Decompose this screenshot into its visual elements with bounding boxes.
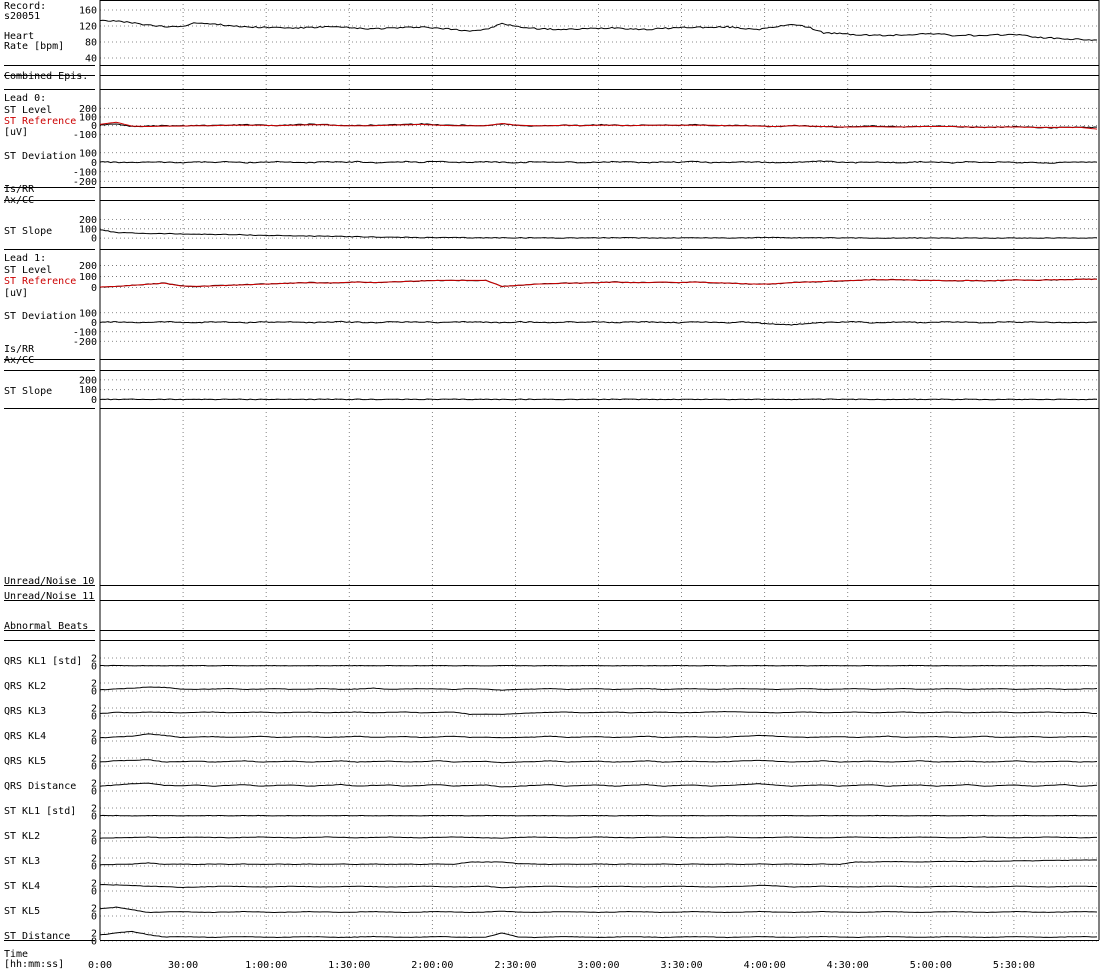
y-tick-label: 0 [91,283,97,294]
time-tick-label: 3:00:00 [577,960,619,970]
panel-label: QRS KL2 [4,681,46,692]
panel-label: [uV] [4,288,28,299]
y-tick-label: 0 [91,862,97,873]
y-tick-label: 0 [91,787,97,798]
panel-label: QRS KL1 [std] [4,656,82,667]
time-tick-label: 2:30:00 [494,960,536,970]
panel-label: ST KL3 [4,856,40,867]
time-tick-label: 4:00:00 [744,960,786,970]
time-tick-label: 0:00 [88,960,112,970]
panel-label: ST KL2 [4,831,40,842]
panel-label: ST Level [4,105,52,116]
panel-label: ST KL5 [4,906,40,917]
panel-label: Unread/Noise 11 [4,591,94,602]
y-tick-label: 160 [79,6,97,17]
y-tick-label: -100 [73,130,97,141]
panel-label: Ax/CC [4,195,34,206]
y-tick-label: 40 [85,54,97,65]
time-tick-label: 4:30:00 [827,960,869,970]
time-tick-label: 5:00:00 [910,960,952,970]
chart-background [0,0,1100,970]
series-line [99,398,1098,401]
y-tick-label: 0 [91,937,97,948]
panel-label: ST Slope [4,386,52,397]
ecg-trend-chart: HeartRate [bpm]1601208040Combined Epis.L… [0,0,1100,970]
time-tick-label: 30:00 [168,960,198,970]
panel-label: ST KL4 [4,881,40,892]
panel-label: QRS KL3 [4,706,46,717]
panel-label: Rate [bpm] [4,41,64,52]
time-tick-label: 1:00:00 [245,960,287,970]
y-tick-label: -200 [73,177,97,188]
y-tick-label: 0 [91,737,97,748]
y-tick-label: 0 [91,887,97,898]
y-tick-label: 0 [91,912,97,923]
panel-label: Abnormal Beats [4,621,88,632]
y-tick-label: 80 [85,38,97,49]
panel-label: Lead 1: [4,253,46,264]
y-tick-label: 200 [79,261,97,272]
panel-label: QRS Distance [4,781,76,792]
y-tick-label: -200 [73,337,97,348]
panel-label: ST Deviation [4,311,76,322]
panel-label: Ax/CC [4,355,34,366]
time-tick-label: 5:30:00 [993,960,1035,970]
y-tick-label: 100 [79,272,97,283]
series-line [99,814,1098,817]
panel-label: ST KL1 [std] [4,806,76,817]
panel-label: Combined Epis. [4,71,88,82]
time-axis-label-line2: [hh:mm:ss] [4,959,64,970]
time-tick-label: 3:30:00 [661,960,703,970]
panel-label: ST Reference [4,276,76,287]
y-tick-label: 0 [91,837,97,848]
series-line [100,664,1098,667]
y-tick-label: 0 [91,662,97,673]
y-tick-label: 0 [91,687,97,698]
panel-label: ST Slope [4,226,52,237]
y-tick-label: 120 [79,22,97,33]
panel-label: Unread/Noise 10 [4,576,94,587]
y-tick-label: 0 [91,762,97,773]
panel-label: Is/RR [4,184,35,195]
y-tick-label: 0 [91,812,97,823]
y-tick-label: 0 [91,712,97,723]
y-tick-label: 0 [91,395,97,406]
panel-label: [uV] [4,127,28,138]
time-tick-label: 2:00:00 [411,960,453,970]
panel-label: Is/RR [4,344,35,355]
panel-label: ST Deviation [4,151,76,162]
panel-label: QRS KL5 [4,756,46,767]
panel-label: ST Distance [4,931,70,942]
panel-label: ST Level [4,265,52,276]
panel-label: ST Reference [4,116,76,127]
time-tick-label: 1:30:00 [328,960,370,970]
y-tick-label: 0 [91,234,97,245]
record-id: s20051 [4,11,40,22]
panel-label: Lead 0: [4,93,46,104]
panel-label: QRS KL4 [4,731,46,742]
